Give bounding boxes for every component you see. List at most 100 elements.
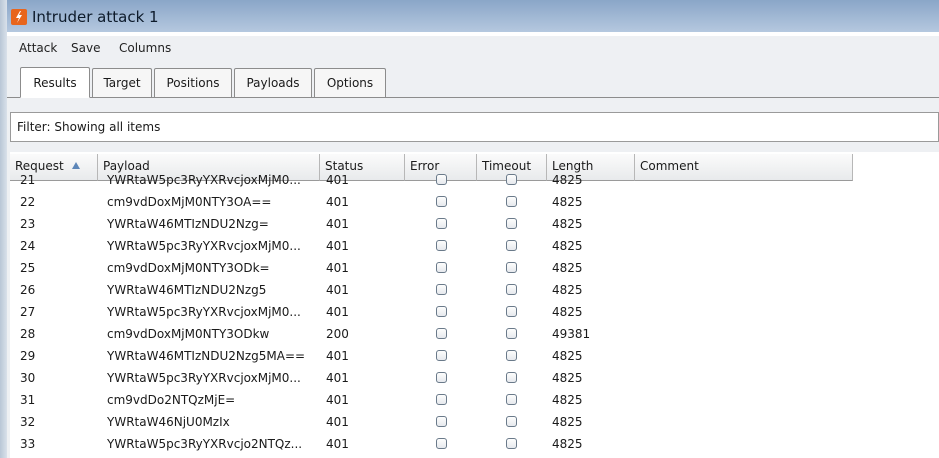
request-cell: 29: [20, 349, 36, 363]
request-cell: 22: [20, 195, 36, 209]
length-cell: 4825: [552, 393, 583, 407]
timeout-checkbox: [506, 196, 517, 207]
timeout-checkbox: [506, 394, 517, 405]
title-bar[interactable]: Intruder attack 1: [7, 0, 939, 32]
window-left-border: [0, 0, 7, 458]
timeout-checkbox: [506, 306, 517, 317]
payload-cell: cm9vdDo2NTQzMjE=: [107, 393, 236, 407]
filter-bar[interactable]: Filter: Showing all items: [10, 112, 939, 142]
status-cell: 401: [326, 239, 349, 253]
error-checkbox: [436, 438, 447, 449]
request-cell: 28: [20, 327, 36, 341]
status-cell: 401: [326, 305, 349, 319]
status-cell: 401: [326, 195, 349, 209]
table-row[interactable]: 25 cm9vdDoxMjM0NTY3ODk= 401 4825: [10, 257, 939, 279]
length-cell: 4825: [552, 349, 583, 363]
table-row[interactable]: 22 cm9vdDoxMjM0NTY3OA== 401 4825: [10, 191, 939, 213]
results-table: Request Payload Status Error Timeout Len…: [10, 154, 939, 458]
tab-options[interactable]: Options: [314, 68, 386, 97]
payload-cell: YWRtaW5pc3RyYXRvcjoxMjM0...: [107, 371, 301, 385]
request-cell: 26: [20, 283, 36, 297]
status-cell: 401: [326, 261, 349, 275]
intruder-window: Intruder attack 1 Attack Save Columns Re…: [0, 0, 939, 458]
table-row[interactable]: 23 YWRtaW46MTIzNDU2Nzg= 401 4825: [10, 213, 939, 235]
tab-target[interactable]: Target: [92, 68, 152, 97]
timeout-checkbox: [506, 240, 517, 251]
error-checkbox: [436, 372, 447, 383]
status-cell: 401: [326, 217, 349, 231]
timeout-checkbox: [506, 174, 517, 185]
table-row[interactable]: 31 cm9vdDo2NTQzMjE= 401 4825: [10, 389, 939, 411]
table-body: 21 YWRtaW5pc3RyYXRvcjoxMjM0... 401 4825 22 cm…: [10, 173, 939, 455]
timeout-checkbox: [506, 284, 517, 295]
table-row[interactable]: 24 YWRtaW5pc3RyYXRvcjoxMjM0... 401 4825: [10, 235, 939, 257]
error-checkbox: [436, 218, 447, 229]
request-cell: 33: [20, 437, 36, 451]
status-cell: 401: [326, 393, 349, 407]
payload-cell: cm9vdDoxMjM0NTY3OA==: [107, 195, 272, 209]
length-cell: 4825: [552, 173, 583, 187]
error-checkbox: [436, 284, 447, 295]
table-row[interactable]: 26 YWRtaW46MTIzNDU2Nzg5 401 4825: [10, 279, 939, 301]
timeout-checkbox: [506, 262, 517, 273]
payload-cell: YWRtaW46MTIzNDU2Nzg5: [107, 283, 267, 297]
table-row[interactable]: 29 YWRtaW46MTIzNDU2Nzg5MA== 401 4825: [10, 345, 939, 367]
payload-cell: cm9vdDoxMjM0NTY3ODk=: [107, 261, 270, 275]
payload-cell: YWRtaW46NjU0MzIx: [107, 415, 230, 429]
error-checkbox: [436, 196, 447, 207]
table-row[interactable]: 33 YWRtaW5pc3RyYXRvcjo2NTQz... 401 4825: [10, 433, 939, 455]
table-row[interactable]: 27 YWRtaW5pc3RyYXRvcjoxMjM0... 401 4825: [10, 301, 939, 323]
tab-payloads[interactable]: Payloads: [234, 68, 312, 97]
timeout-checkbox: [506, 218, 517, 229]
table-row[interactable]: 28 cm9vdDoxMjM0NTY3ODkw 200 49381: [10, 323, 939, 345]
length-cell: 4825: [552, 415, 583, 429]
request-cell: 32: [20, 415, 36, 429]
table-row[interactable]: 30 YWRtaW5pc3RyYXRvcjoxMjM0... 401 4825: [10, 367, 939, 389]
menu-bar: Attack Save Columns: [7, 36, 939, 62]
status-cell: 401: [326, 283, 349, 297]
menu-save[interactable]: Save: [71, 41, 100, 55]
table-row[interactable]: 32 YWRtaW46NjU0MzIx 401 4825: [10, 411, 939, 433]
tab-bar-divider: [7, 97, 939, 98]
length-cell: 4825: [552, 283, 583, 297]
request-cell: 23: [20, 217, 36, 231]
timeout-checkbox: [506, 372, 517, 383]
window-title: Intruder attack 1: [32, 8, 159, 26]
status-cell: 200: [326, 327, 349, 341]
error-checkbox: [436, 306, 447, 317]
menu-columns[interactable]: Columns: [119, 41, 171, 55]
length-cell: 4825: [552, 217, 583, 231]
request-cell: 25: [20, 261, 36, 275]
error-checkbox: [436, 328, 447, 339]
length-cell: 4825: [552, 371, 583, 385]
payload-cell: YWRtaW5pc3RyYXRvcjoxMjM0...: [107, 173, 301, 187]
payload-cell: YWRtaW5pc3RyYXRvcjoxMjM0...: [107, 305, 301, 319]
menu-attack[interactable]: Attack: [19, 41, 57, 55]
timeout-checkbox: [506, 416, 517, 427]
request-cell: 21: [20, 173, 36, 187]
payload-cell: YWRtaW5pc3RyYXRvcjo2NTQz...: [107, 437, 303, 451]
request-cell: 30: [20, 371, 36, 385]
sort-ascending-icon: [71, 162, 80, 169]
timeout-checkbox: [506, 328, 517, 339]
request-cell: 31: [20, 393, 36, 407]
tab-positions[interactable]: Positions: [154, 68, 232, 97]
payload-cell: YWRtaW5pc3RyYXRvcjoxMjM0...: [107, 239, 301, 253]
length-cell: 49381: [552, 327, 591, 341]
table-row[interactable]: 21 YWRtaW5pc3RyYXRvcjoxMjM0... 401 4825: [10, 169, 939, 191]
length-cell: 4825: [552, 305, 583, 319]
error-checkbox: [436, 262, 447, 273]
error-checkbox: [436, 394, 447, 405]
status-cell: 401: [326, 349, 349, 363]
tab-results[interactable]: Results: [20, 67, 90, 98]
timeout-checkbox: [506, 350, 517, 361]
status-cell: 401: [326, 173, 349, 187]
status-cell: 401: [326, 415, 349, 429]
length-cell: 4825: [552, 261, 583, 275]
filter-label: Filter: Showing all items: [17, 120, 161, 134]
burp-logo-icon: [11, 9, 27, 25]
length-cell: 4825: [552, 195, 583, 209]
request-cell: 27: [20, 305, 36, 319]
payload-cell: YWRtaW46MTIzNDU2Nzg5MA==: [107, 349, 306, 363]
length-cell: 4825: [552, 239, 583, 253]
